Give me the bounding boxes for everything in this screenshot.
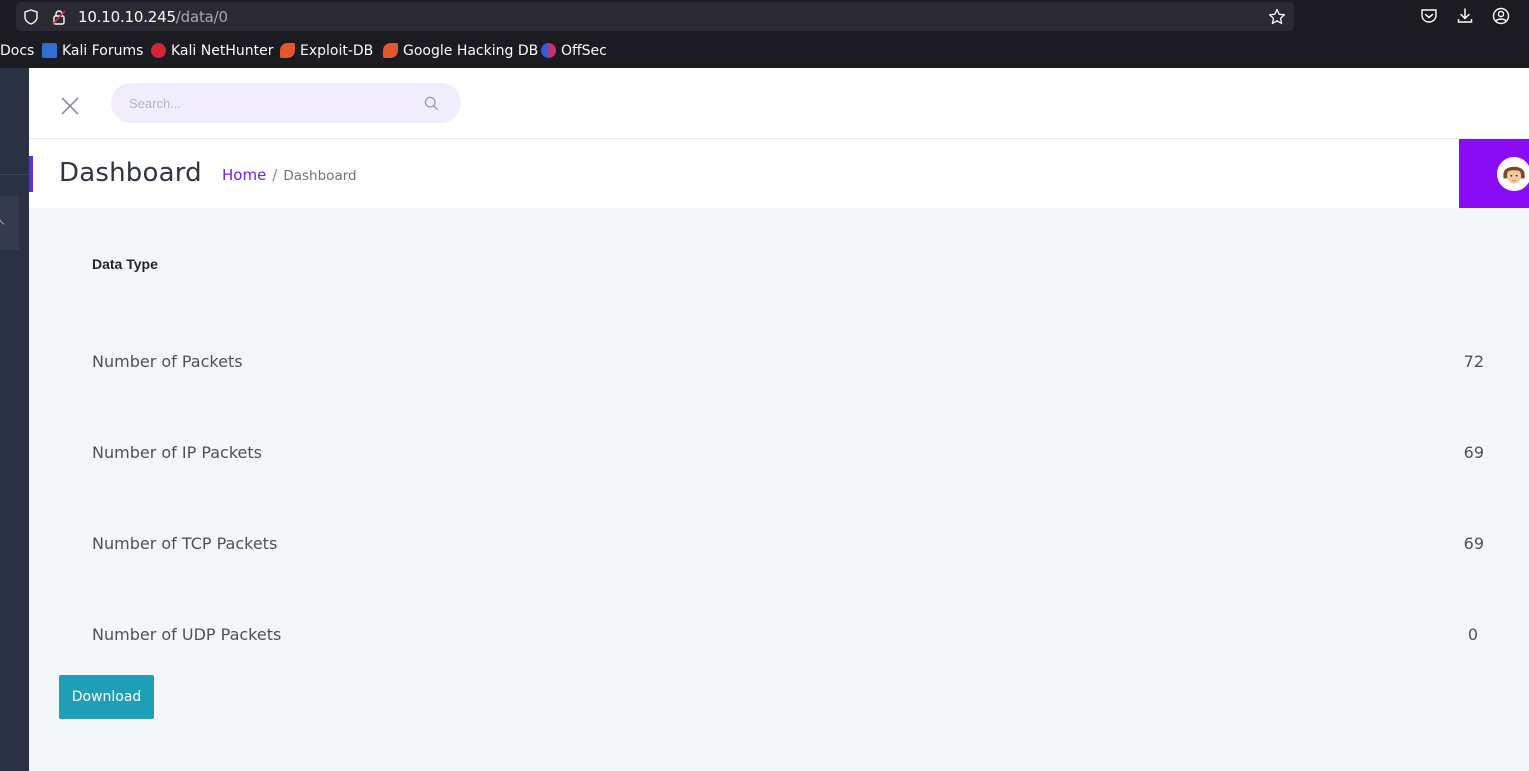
breadcrumb-separator: / xyxy=(272,166,278,184)
url-text[interactable]: 10.10.10.245/data/0 xyxy=(78,8,228,26)
bookmark-label: Kali NetHunter xyxy=(171,43,274,59)
title-accent-bar xyxy=(29,156,33,192)
download-button[interactable]: Download xyxy=(59,675,154,719)
nethunter-icon xyxy=(151,43,166,58)
profile-menu[interactable] xyxy=(1459,139,1529,208)
row-label: Number of Packets xyxy=(92,352,243,371)
sidebar-divider xyxy=(0,174,29,175)
offsec-icon xyxy=(541,43,556,58)
bookmarks-bar: Docs Kali Forums Kali NetHunter Exploit-… xyxy=(0,40,1529,64)
table-row: Number of TCP Packets 69 xyxy=(92,534,1484,564)
main-content: Data Type Number of Packets 72 Number of… xyxy=(29,208,1529,771)
row-label: Number of UDP Packets xyxy=(92,625,282,644)
pocket-icon[interactable] xyxy=(1420,7,1438,25)
kali-forums-icon xyxy=(42,43,57,58)
row-label: Number of TCP Packets xyxy=(92,534,278,553)
search-box xyxy=(111,83,461,123)
ghdb-icon xyxy=(383,43,398,58)
breadcrumb-current: Dashboard xyxy=(283,168,357,184)
user-avatar-icon xyxy=(1499,159,1529,189)
bookmark-label: OffSec xyxy=(561,43,607,59)
bookmark-label: Google Hacking DB xyxy=(403,43,539,59)
browser-toolbar: 10.10.10.245/data/0 Docs Kali Forums Kal… xyxy=(0,0,1529,68)
bookmark-label: Kali Forums xyxy=(62,43,144,59)
downloads-icon[interactable] xyxy=(1456,7,1474,25)
url-host: 10.10.10.245 xyxy=(78,8,176,26)
bookmark-label: Docs xyxy=(0,43,35,59)
page-title: Dashboard xyxy=(59,158,202,188)
search-input[interactable] xyxy=(129,83,419,123)
table-header-data-type: Data Type xyxy=(92,256,158,272)
table-row: Number of Packets 72 xyxy=(92,352,1484,382)
sidebar xyxy=(0,68,29,771)
bookmark-google-hacking-db[interactable]: Google Hacking DB xyxy=(383,43,538,59)
bookmark-label: Exploit-DB xyxy=(300,43,374,59)
row-value: 69 xyxy=(1463,443,1484,462)
table-row: Number of IP Packets 69 xyxy=(92,443,1484,473)
bookmark-kali-nethunter[interactable]: Kali NetHunter xyxy=(151,43,273,59)
top-header xyxy=(29,68,1529,139)
account-icon[interactable] xyxy=(1492,7,1510,25)
url-path: /data/0 xyxy=(175,8,228,26)
avatar[interactable] xyxy=(1497,157,1529,191)
shield-icon[interactable] xyxy=(24,9,38,25)
address-bar[interactable]: 10.10.10.245/data/0 xyxy=(16,2,1294,31)
insecure-lock-icon[interactable] xyxy=(52,9,66,25)
chevron-up-icon xyxy=(0,219,5,229)
bookmark-exploit-db[interactable]: Exploit-DB xyxy=(280,43,373,59)
search-icon[interactable] xyxy=(424,96,439,111)
row-value: 69 xyxy=(1463,534,1484,553)
row-label: Number of IP Packets xyxy=(92,443,262,462)
breadcrumb: Home / Dashboard xyxy=(222,166,357,184)
bookmark-offsec[interactable]: OffSec xyxy=(541,43,607,59)
bookmark-docs[interactable]: Docs xyxy=(0,43,34,59)
bookmark-star-icon[interactable] xyxy=(1268,8,1286,26)
page-title-bar: Dashboard Home / Dashboard xyxy=(29,139,1529,208)
close-icon[interactable] xyxy=(59,95,81,117)
bookmark-kali-forums[interactable]: Kali Forums xyxy=(42,43,143,59)
row-value: 0 xyxy=(1467,625,1478,644)
table-row: Number of UDP Packets 0 xyxy=(92,625,1484,655)
row-value: 72 xyxy=(1463,352,1484,371)
breadcrumb-home-link[interactable]: Home xyxy=(222,166,266,184)
exploit-db-icon xyxy=(280,43,295,58)
sidebar-toggle[interactable] xyxy=(0,196,19,250)
